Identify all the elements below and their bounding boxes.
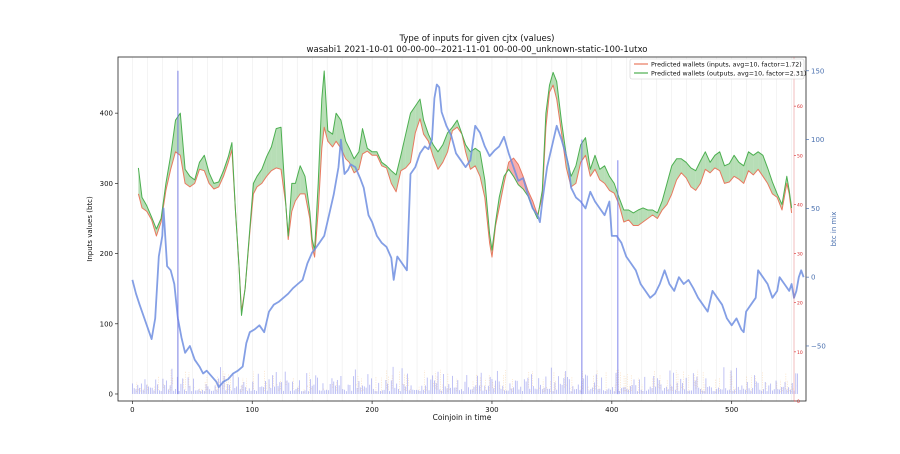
x-tick-label: 0 xyxy=(130,406,134,414)
chart-figure: Type of inputs for given cjtx (values) w… xyxy=(0,0,900,450)
series-line-mix xyxy=(131,83,805,389)
x-tick-label: 500 xyxy=(725,406,738,414)
y2-tick-label: 0 xyxy=(811,274,815,282)
y-tick-label: 400 xyxy=(100,110,113,118)
y2-tick-label: 100 xyxy=(811,136,824,144)
bars-layer xyxy=(131,366,799,394)
y-axis: 0 100 200 300 400 xyxy=(100,110,118,398)
chart-svg: Type of inputs for given cjtx (values) w… xyxy=(86,34,838,422)
band-segment xyxy=(271,128,277,171)
y-tick-label: 200 xyxy=(100,250,113,258)
y3-tick-label: 10 xyxy=(797,350,803,356)
y2-tick-label: 50 xyxy=(811,205,820,213)
band-segment xyxy=(276,127,282,170)
y2-axis: −50 0 50 100 150 xyxy=(806,67,826,350)
y-tick-label: 100 xyxy=(100,320,113,328)
y-axis-label: Inputs values (btc) xyxy=(86,196,94,262)
band-segment xyxy=(372,151,377,156)
x-tick-label: 400 xyxy=(605,406,618,414)
y3-tick-label: 20 xyxy=(797,301,803,307)
x-tick-label: 200 xyxy=(365,406,378,414)
legend-label-inputs: Predicted wallets (inputs, avg=10, facto… xyxy=(651,62,802,69)
fill-layer xyxy=(138,71,792,316)
y3-tick-label: 60 xyxy=(797,104,803,110)
y3-axis: 0 10 20 30 40 50 60 xyxy=(793,57,803,405)
band-segment xyxy=(405,113,411,168)
y3-tick-label: 0 xyxy=(797,399,800,405)
chart-subtitle: wasabi1 2021-10-01 00-00-00--2021-11-01 … xyxy=(307,45,648,55)
legend: Predicted wallets (inputs, avg=10, facto… xyxy=(629,58,806,80)
y3-tick-label: 50 xyxy=(797,153,803,159)
y-tick-label: 300 xyxy=(100,180,113,188)
chart-title: Type of inputs for given cjtx (values) xyxy=(399,34,555,44)
legend-label-outputs: Predicted wallets (outputs, avg=10, fact… xyxy=(651,71,806,78)
band-segment xyxy=(743,151,749,184)
y-tick-label: 0 xyxy=(109,390,113,398)
series-line-inputs xyxy=(137,84,793,312)
grid-layer xyxy=(132,57,792,401)
x-axis-label: Coinjoin in time xyxy=(433,413,492,422)
band-segment xyxy=(199,155,205,171)
band-segment xyxy=(349,148,355,173)
y2-axis-label: btc in mix xyxy=(830,212,838,247)
y2-tick-label: 150 xyxy=(811,67,824,75)
band-segment xyxy=(410,106,416,163)
series-layer xyxy=(131,70,805,389)
y3-tick-label: 40 xyxy=(797,202,803,208)
x-tick-label: 100 xyxy=(246,406,259,414)
band-segment xyxy=(415,99,421,133)
y3-tick-label: 30 xyxy=(797,252,803,258)
y2-tick-label: −50 xyxy=(811,342,826,350)
band-segment xyxy=(719,151,725,184)
band-segment xyxy=(724,163,730,184)
series-line-outputs xyxy=(137,70,793,316)
